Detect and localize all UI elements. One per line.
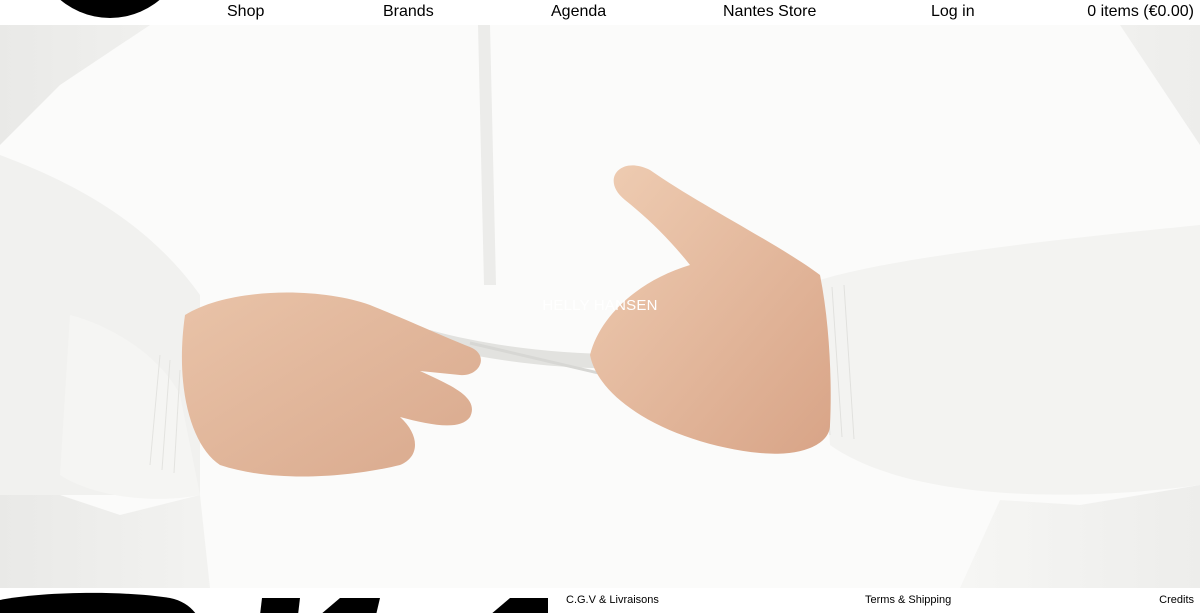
- footer-wordmark-logo: [0, 592, 548, 613]
- cart-link[interactable]: 0 items (€0.00): [1087, 3, 1194, 21]
- nav-shop-link[interactable]: Shop: [227, 3, 264, 21]
- hero-banner[interactable]: HELLY HANSEN: [0, 25, 1200, 588]
- footer-terms-link[interactable]: Terms & Shipping: [865, 594, 951, 607]
- top-navigation: Shop Brands Agenda Nantes Store Log in 0…: [0, 0, 1200, 25]
- nav-login-link[interactable]: Log in: [931, 3, 975, 21]
- footer-credits-link[interactable]: Credits: [1159, 594, 1194, 607]
- nav-agenda-link[interactable]: Agenda: [551, 3, 606, 21]
- nav-nantes-store-link[interactable]: Nantes Store: [723, 3, 816, 21]
- nav-brands-link[interactable]: Brands: [383, 3, 434, 21]
- site-footer: C.G.V & Livraisons Terms & Shipping Cred…: [0, 588, 1200, 613]
- page: Shop Brands Agenda Nantes Store Log in 0…: [0, 0, 1200, 613]
- footer-cgv-link[interactable]: C.G.V & Livraisons: [566, 594, 659, 607]
- hero-brand-caption[interactable]: HELLY HANSEN: [0, 297, 1200, 314]
